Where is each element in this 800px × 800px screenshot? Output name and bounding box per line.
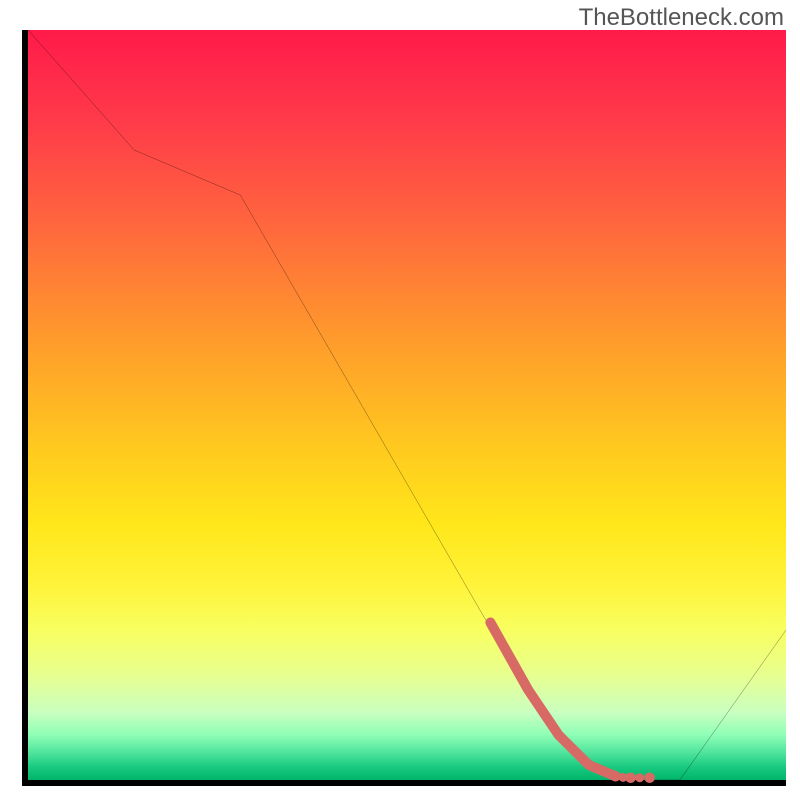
highlight-segment-solid <box>490 623 615 777</box>
watermark-text: TheBottleneck.com <box>579 4 784 32</box>
chart-plot <box>28 30 786 780</box>
bottleneck-curve-line <box>28 30 786 780</box>
highlight-segment-dot <box>618 773 627 782</box>
highlight-segment-dot <box>635 773 644 782</box>
highlight-segment-dot <box>644 773 655 784</box>
chart-container: TheBottleneck.com <box>0 0 800 800</box>
